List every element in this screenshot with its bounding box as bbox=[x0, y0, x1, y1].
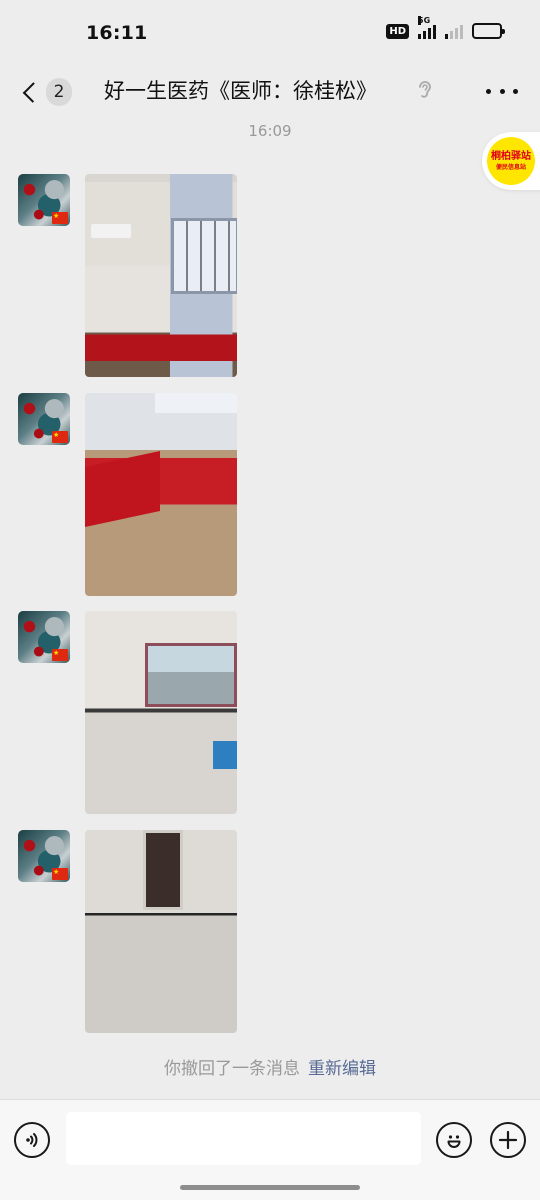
image-message[interactable] bbox=[85, 830, 237, 1033]
more-button[interactable] bbox=[486, 80, 518, 102]
plus-button[interactable] bbox=[490, 1122, 526, 1158]
signal-5g-icon: 5G bbox=[418, 16, 436, 39]
unread-count-badge: 2 bbox=[46, 78, 72, 106]
flag-icon: ★ bbox=[52, 649, 68, 661]
badge-subtitle: 便民信息站 bbox=[495, 163, 526, 171]
status-bar: 16:11 HD 5G bbox=[0, 0, 540, 64]
contact-avatar[interactable]: ★ bbox=[18, 830, 70, 882]
flag-icon: ★ bbox=[52, 431, 68, 443]
badge-title: 桐柏驿站 bbox=[491, 150, 531, 162]
chat-header: 2 好一生医药《医师：徐桂松》 bbox=[0, 64, 540, 120]
chat-title[interactable]: 好一生医药《医师：徐桂松》 bbox=[104, 76, 377, 106]
image-message[interactable] bbox=[85, 174, 237, 377]
message-item: ★ bbox=[0, 393, 540, 597]
voice-button[interactable] bbox=[14, 1122, 50, 1158]
status-icons: HD 5G bbox=[386, 16, 505, 39]
contact-avatar[interactable]: ★ bbox=[18, 174, 70, 226]
contact-avatar[interactable]: ★ bbox=[18, 611, 70, 663]
dot bbox=[486, 88, 491, 94]
chevron-left-icon bbox=[22, 81, 44, 103]
recall-notice: 你撤回了一条消息 重新编辑 bbox=[0, 1054, 540, 1079]
message-input[interactable] bbox=[66, 1112, 421, 1165]
home-indicator[interactable] bbox=[180, 1185, 360, 1190]
emoji-icon bbox=[447, 1135, 461, 1148]
contact-avatar[interactable]: ★ bbox=[18, 393, 70, 445]
flag-icon: ★ bbox=[52, 212, 68, 224]
image-message[interactable] bbox=[85, 393, 237, 596]
battery-icon bbox=[472, 23, 505, 39]
hd-badge: HD bbox=[386, 23, 409, 39]
voice-icon bbox=[26, 1133, 38, 1147]
ear-icon[interactable] bbox=[414, 78, 436, 102]
back-button[interactable]: 2 bbox=[20, 76, 72, 108]
image-message[interactable] bbox=[85, 611, 237, 814]
message-item: ★ bbox=[0, 174, 540, 378]
message-item: ★ bbox=[0, 611, 540, 815]
message-item: ★ bbox=[0, 830, 540, 1034]
status-time: 16:11 bbox=[86, 22, 148, 44]
dot bbox=[499, 88, 505, 94]
message-timestamp: 16:09 bbox=[248, 122, 292, 140]
plus-icon bbox=[498, 1130, 518, 1150]
network-type-label: 5G bbox=[418, 16, 431, 25]
signal-secondary-icon bbox=[445, 23, 463, 39]
emoji-button[interactable] bbox=[436, 1122, 472, 1158]
reedit-link[interactable]: 重新编辑 bbox=[308, 1059, 376, 1079]
flag-icon: ★ bbox=[52, 868, 68, 880]
recall-text: 你撤回了一条消息 bbox=[164, 1059, 300, 1079]
dot bbox=[513, 88, 518, 94]
